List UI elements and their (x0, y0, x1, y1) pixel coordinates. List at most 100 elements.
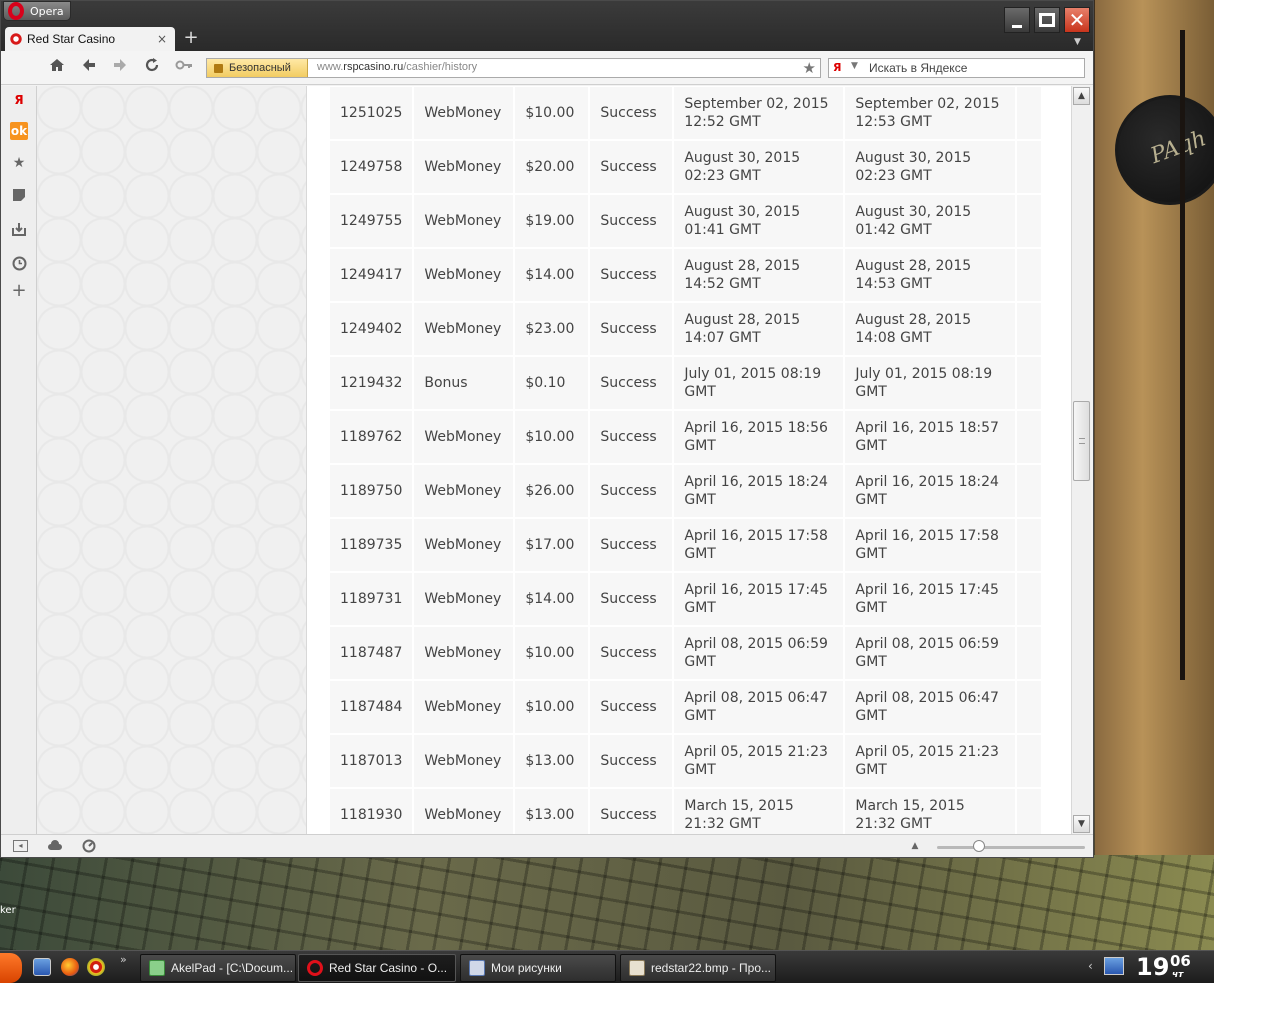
transaction-amount: $10.00 (515, 87, 589, 139)
transaction-amount: $19.00 (515, 195, 589, 247)
transaction-amount: $13.00 (515, 735, 589, 787)
notes-icon[interactable] (10, 188, 28, 206)
status-bar: ◂ ▲ (1, 834, 1093, 857)
table-cell-spacer (1017, 87, 1042, 139)
search-field[interactable]: Я ▼ Искать в Яндексе (828, 58, 1085, 78)
transaction-processed-date: April 16, 2015 18:24 GMT (845, 465, 1016, 517)
transaction-amount: $20.00 (515, 141, 589, 193)
transaction-created-date: April 16, 2015 18:56 GMT (674, 411, 844, 463)
search-placeholder: Искать в Яндексе (869, 61, 968, 75)
transaction-amount: $14.00 (515, 573, 589, 625)
transaction-created-date: August 28, 2015 14:07 GMT (674, 303, 844, 355)
turbo-speedometer-icon[interactable] (81, 839, 97, 853)
transaction-type: WebMoney (414, 465, 514, 517)
reload-icon[interactable] (141, 57, 163, 79)
taskbar-button-opera[interactable]: Red Star Casino - O... (298, 954, 456, 982)
page-background-pattern (37, 86, 307, 834)
transaction-processed-date: April 16, 2015 18:57 GMT (845, 411, 1016, 463)
security-badge[interactable]: Безопасный (207, 59, 308, 77)
yandex-icon[interactable]: Я (10, 91, 28, 109)
security-badge-label: Безопасный (229, 62, 291, 74)
close-window-button[interactable]: ✕ (1064, 7, 1090, 33)
tab-red-star-casino[interactable]: Red Star Casino × (5, 27, 175, 51)
address-bar[interactable]: Безопасный www.rspcasino.ru/cashier/hist… (206, 58, 821, 78)
taskbar-button-my-pictures[interactable]: Мои рисунки (460, 954, 616, 982)
transaction-created-date: April 16, 2015 17:45 GMT (674, 573, 844, 625)
scroll-down-icon[interactable]: ▼ (1073, 815, 1090, 833)
navigation-bar: Безопасный www.rspcasino.ru/cashier/hist… (1, 51, 1093, 85)
transaction-amount: $23.00 (515, 303, 589, 355)
bookmarks-star-icon[interactable]: ★ (10, 154, 28, 172)
scroll-up-icon[interactable]: ▲ (1073, 87, 1090, 105)
odnoklassniki-icon[interactable]: ok (10, 122, 28, 140)
transaction-created-date: August 28, 2015 14:52 GMT (674, 249, 844, 301)
network-icon[interactable] (1104, 957, 1124, 975)
maximize-button[interactable] (1034, 7, 1060, 33)
transaction-type: WebMoney (414, 573, 514, 625)
panel-toggle-icon[interactable]: ◂ (13, 840, 28, 852)
table-row: 1219432 Bonus $0.10 Success July 01, 2015 08… (330, 357, 1042, 409)
tab-menu-chevron-down-icon[interactable]: ▼ (1074, 37, 1081, 47)
table-cell-spacer (1017, 735, 1042, 787)
transaction-created-date: August 30, 2015 02:23 GMT (674, 141, 844, 193)
table-row: 1249417 WebMoney $14.00 Success August 28, 2… (330, 249, 1042, 301)
home-icon[interactable] (46, 57, 68, 79)
transaction-amount: $0.10 (515, 357, 589, 409)
clock-hours: 19 (1136, 953, 1170, 981)
table-cell-spacer (1017, 411, 1042, 463)
key-icon[interactable] (173, 57, 195, 79)
transaction-status: Success (590, 573, 673, 625)
transaction-status: Success (590, 303, 673, 355)
transaction-id: 1187487 (330, 627, 413, 679)
new-tab-button[interactable]: + (181, 27, 201, 48)
minimize-button[interactable] (1004, 7, 1030, 33)
table-row: 1181930 WebMoney $13.00 Success March 15, 20… (330, 789, 1042, 834)
view-options-chevron-up-icon[interactable]: ▲ (907, 839, 923, 853)
chrome-icon[interactable] (87, 958, 105, 976)
firefox-icon[interactable] (61, 958, 79, 976)
transaction-status: Success (590, 141, 673, 193)
transaction-status: Success (590, 465, 673, 517)
transaction-id: 1249758 (330, 141, 413, 193)
bookmark-star-icon[interactable]: ★ (803, 59, 816, 77)
forward-arrow-icon[interactable] (109, 57, 131, 79)
search-engine-chevron-down-icon[interactable]: ▼ (851, 61, 858, 71)
opera-menu-button[interactable]: Opera (3, 1, 71, 21)
system-clock[interactable]: 19 06 чт (1136, 951, 1191, 983)
history-clock-icon[interactable] (10, 256, 28, 274)
table-cell-spacer (1017, 465, 1042, 517)
taskbar-button-akelpad[interactable]: AkelPad - [C:\Docum... (140, 954, 296, 982)
add-panel-plus-icon[interactable]: + (10, 282, 28, 300)
transaction-id: 1181930 (330, 789, 413, 834)
transaction-id: 1187484 (330, 681, 413, 733)
quick-launch-more-icon[interactable]: » (120, 953, 127, 966)
url-path: /cashier/history (403, 61, 478, 73)
transaction-type: WebMoney (414, 681, 514, 733)
transaction-status: Success (590, 681, 673, 733)
taskbar-button-label: AkelPad - [C:\Docum... (171, 961, 294, 975)
zoom-slider-handle[interactable] (973, 840, 985, 852)
vertical-scrollbar[interactable]: ▲ ▼ (1071, 86, 1091, 834)
folder-icon (469, 960, 485, 976)
transaction-created-date: April 16, 2015 18:24 GMT (674, 465, 844, 517)
start-button[interactable] (0, 953, 22, 983)
back-arrow-icon[interactable] (78, 57, 100, 79)
taskbar-button-paint[interactable]: redstar22.bmp - Про... (620, 954, 776, 982)
desktop-icon-label[interactable]: ker (0, 905, 16, 916)
cloud-sync-icon[interactable] (47, 839, 63, 853)
tab-close-icon[interactable]: × (157, 32, 171, 46)
table-row: 1189731 WebMoney $14.00 Success April 16, 20… (330, 573, 1042, 625)
transaction-id: 1249402 (330, 303, 413, 355)
table-cell-spacer (1017, 195, 1042, 247)
scrollbar-thumb[interactable] (1073, 401, 1090, 481)
zoom-slider-track[interactable] (937, 846, 1085, 849)
downloads-icon[interactable] (10, 222, 28, 240)
transaction-processed-date: April 05, 2015 21:23 GMT (845, 735, 1016, 787)
table-cell-spacer (1017, 789, 1042, 834)
url-host: rspcasino.ru (343, 61, 404, 73)
tray-expand-icon[interactable]: ‹ (1088, 959, 1093, 973)
show-desktop-icon[interactable] (33, 958, 51, 976)
transaction-type: WebMoney (414, 411, 514, 463)
transaction-status: Success (590, 411, 673, 463)
yandex-icon[interactable]: Я (833, 61, 847, 75)
